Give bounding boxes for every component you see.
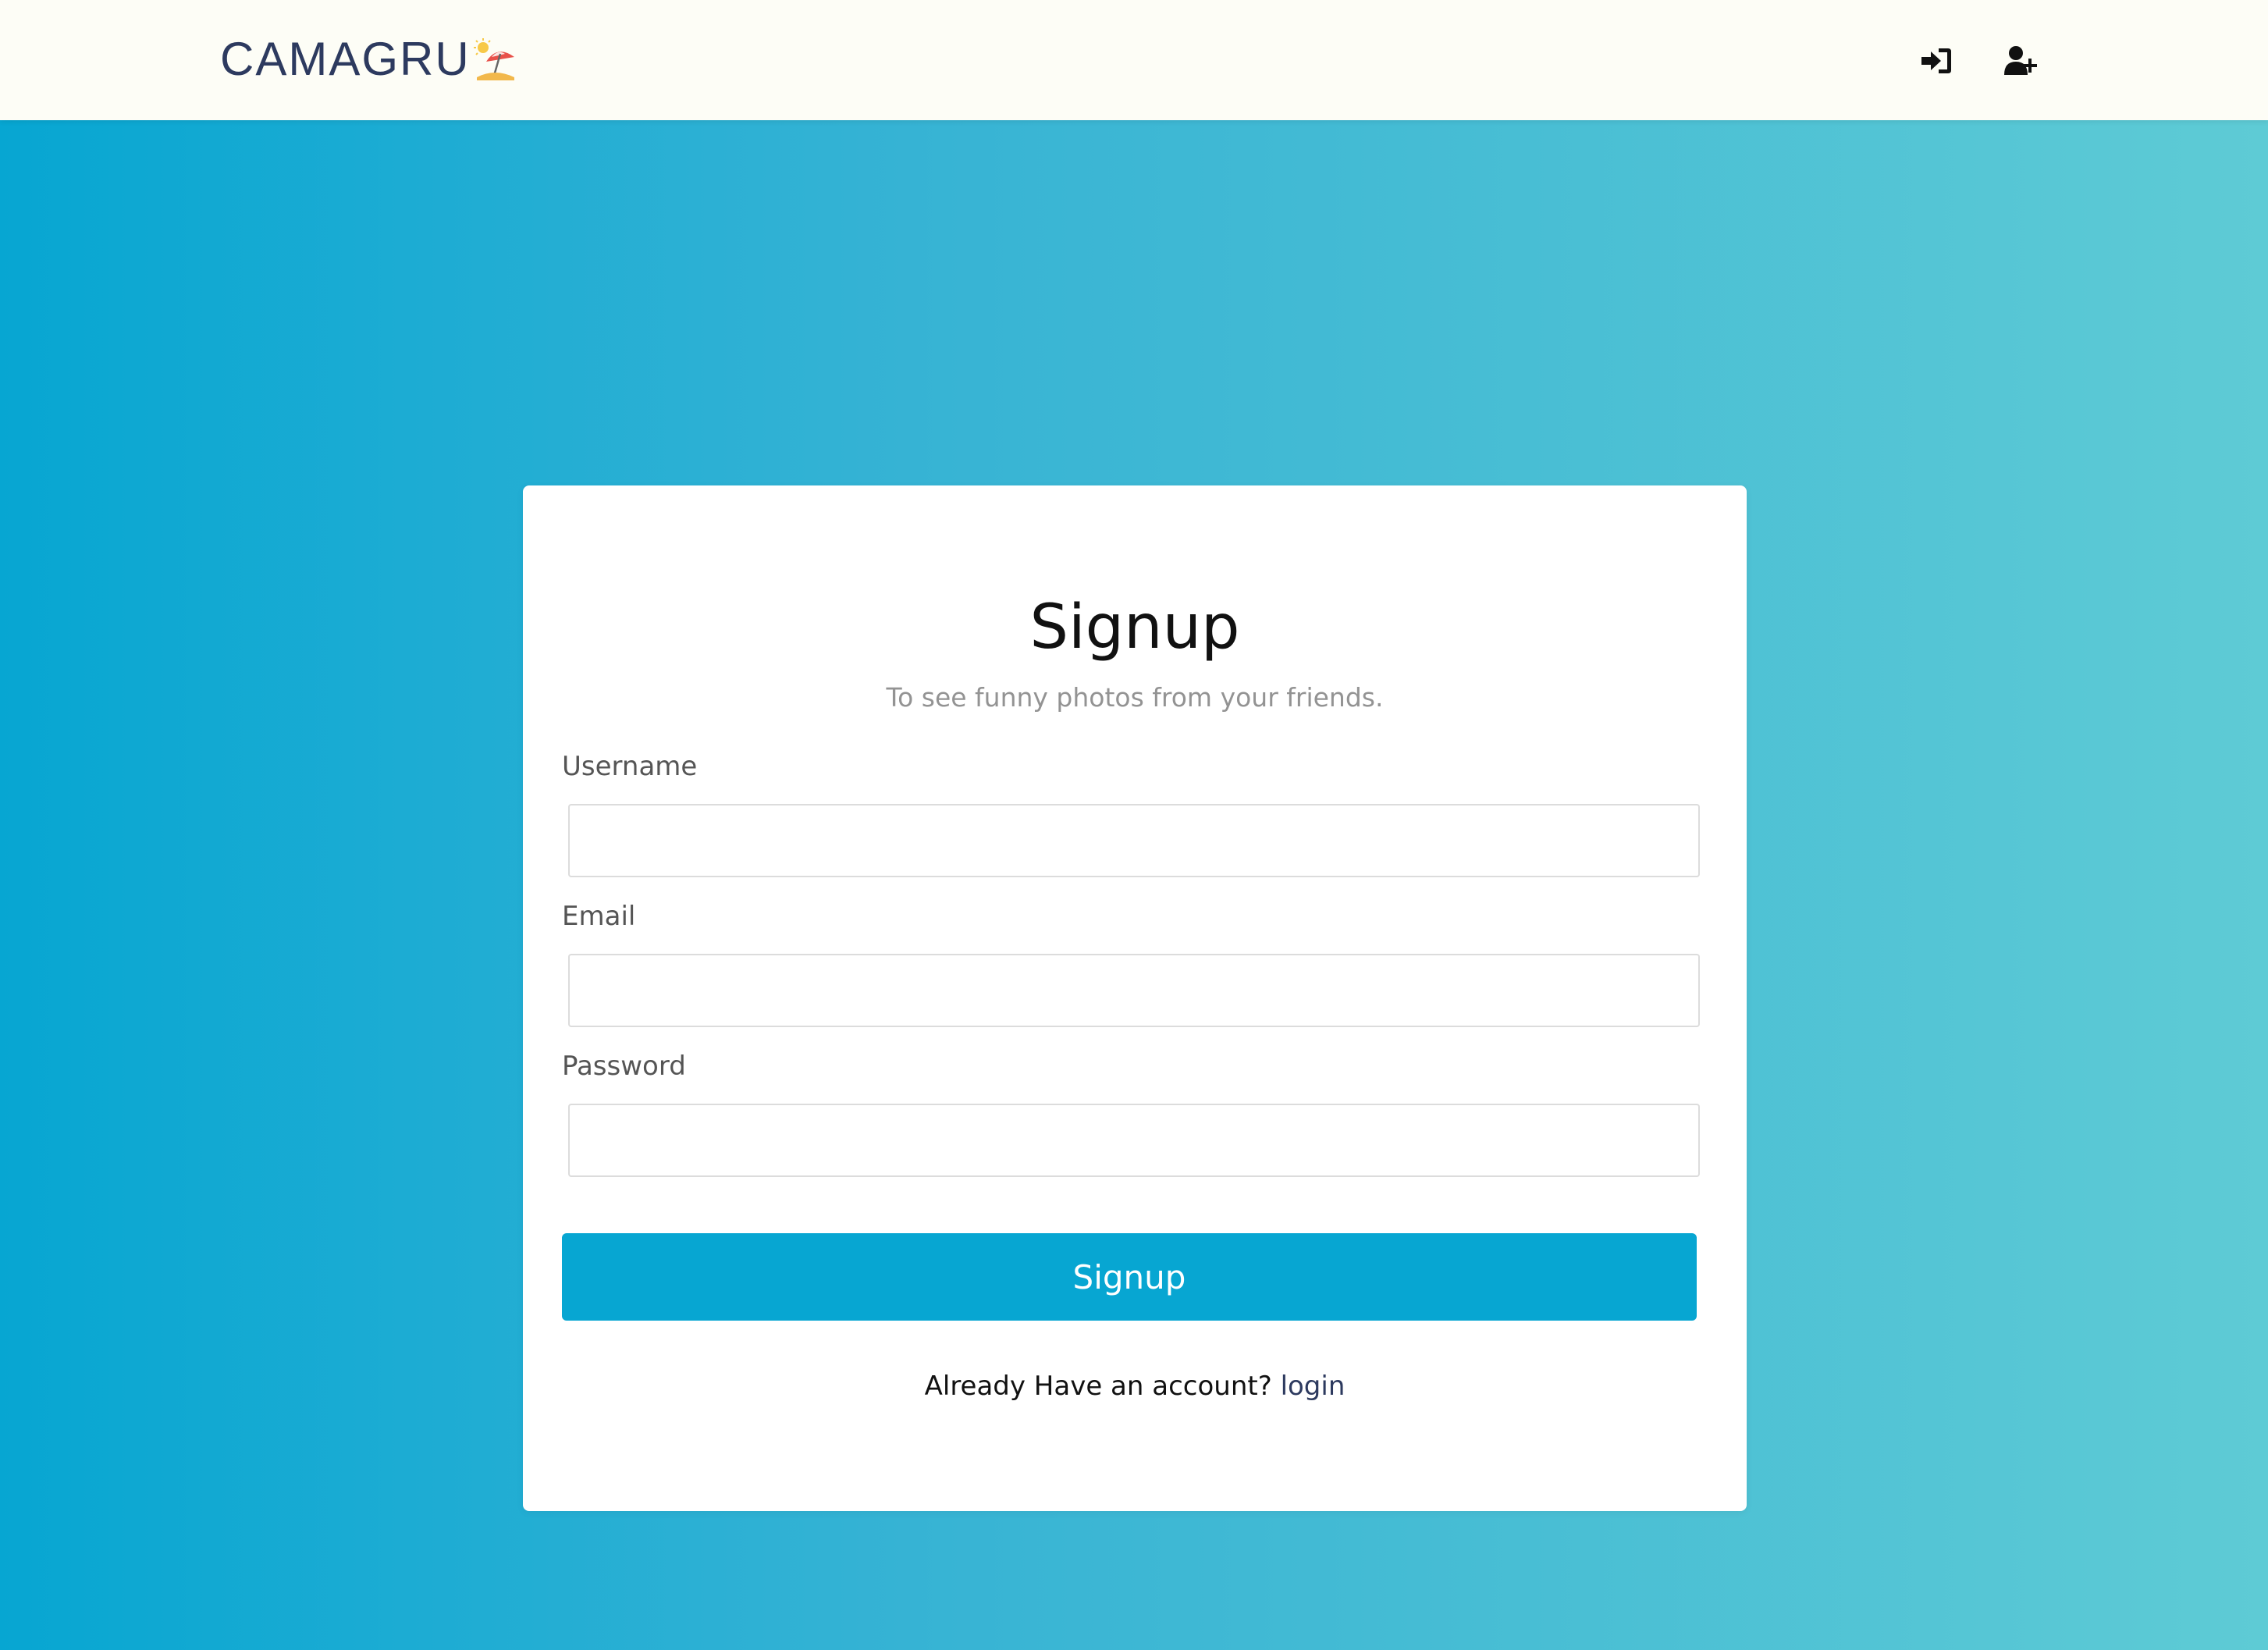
username-label: Username — [562, 751, 698, 782]
signup-card: Signup To see funny photos from your fri… — [523, 485, 1747, 1511]
signup-button[interactable]: Signup — [562, 1233, 1697, 1321]
password-label: Password — [562, 1051, 686, 1082]
login-prompt-text: Already Have an account? — [924, 1371, 1272, 1402]
email-input[interactable] — [568, 954, 1700, 1027]
logo-link[interactable]: CAMAGRU — [220, 34, 516, 84]
beach-umbrella-icon — [473, 38, 514, 80]
email-label: Email — [562, 901, 636, 932]
page-subtitle: To see funny photos from your friends. — [886, 682, 1384, 713]
page-title: Signup — [1029, 592, 1240, 663]
username-input[interactable] — [568, 804, 1700, 877]
logo-text: CAMAGRU — [220, 33, 471, 85]
password-input[interactable] — [568, 1104, 1700, 1177]
user-plus-icon[interactable] — [2004, 44, 2039, 78]
login-link[interactable]: login — [1281, 1371, 1346, 1402]
navbar: CAMAGRU — [0, 0, 2268, 120]
login-prompt: Already Have an account? login — [523, 1371, 1747, 1402]
sign-in-icon[interactable] — [1920, 44, 1954, 78]
